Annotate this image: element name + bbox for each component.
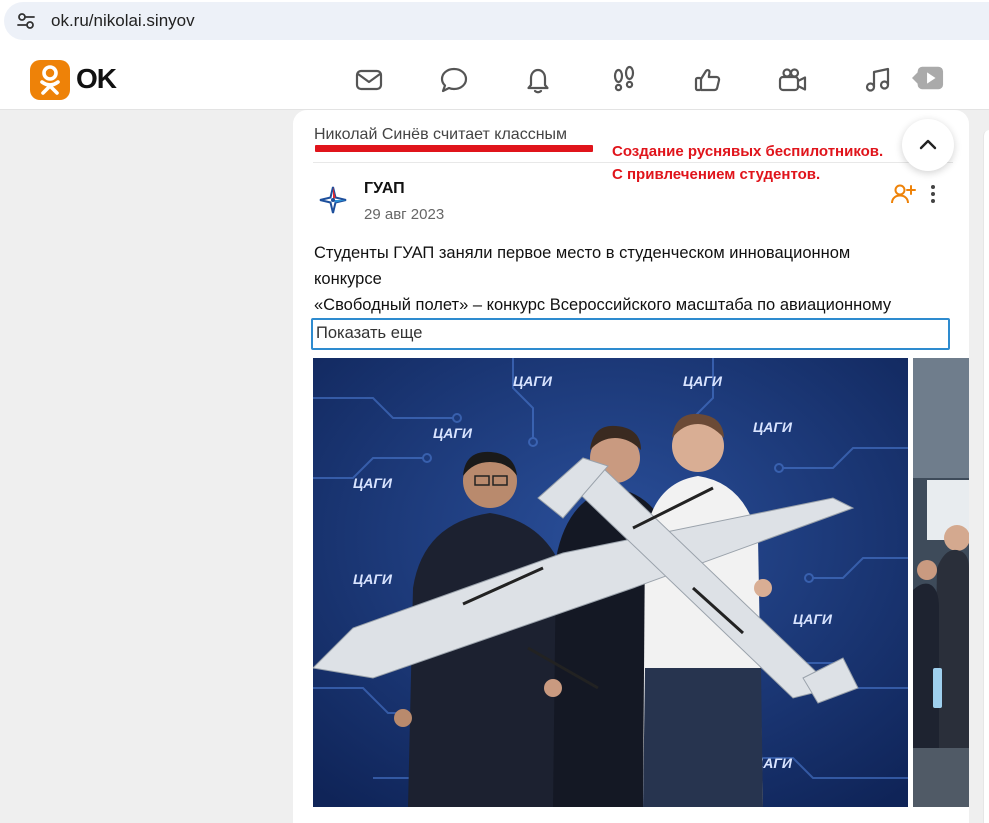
bell-icon[interactable] — [522, 64, 554, 96]
brand-name[interactable]: OK — [76, 63, 117, 95]
post-text-line: конкурсе — [314, 270, 382, 288]
chat-icon[interactable] — [438, 64, 470, 96]
ok-logo-icon[interactable] — [30, 60, 70, 100]
like-icon[interactable] — [692, 64, 724, 96]
backdrop-logo: ЦАГИ — [683, 373, 723, 389]
backdrop-logo: ЦАГИ — [513, 373, 553, 389]
site-header: OK — [0, 48, 989, 110]
post-text-line: Студенты ГУАП заняли первое место в студ… — [314, 244, 851, 262]
annotation-text: Создание руснявых беспилотников. С привл… — [612, 140, 883, 186]
backdrop-logo: ЦАГИ — [793, 611, 833, 627]
add-friend-icon[interactable] — [890, 182, 916, 206]
post-text-line: «Свободный полет» – конкурс Всероссийско… — [314, 296, 892, 314]
backdrop-logo: ЦАГИ — [433, 425, 473, 441]
post-text: Студенты ГУАП заняли первое место в студ… — [314, 240, 944, 318]
scroll-to-top-button[interactable] — [902, 119, 954, 171]
music-icon[interactable] — [862, 64, 894, 96]
url-text[interactable]: ok.ru/nikolai.sinyov — [51, 11, 195, 31]
post-photo-second[interactable] — [913, 358, 969, 807]
backdrop-logo: ЦАГИ — [353, 475, 393, 491]
show-more-link[interactable]: Показать еще — [311, 318, 950, 350]
video-icon[interactable] — [777, 64, 809, 96]
url-field[interactable]: ok.ru/nikolai.sinyov — [4, 2, 989, 40]
annotation-line-1: Создание руснявых беспилотников. — [612, 143, 884, 160]
browser-address-bar: ok.ru/nikolai.sinyov — [0, 0, 989, 48]
play-icon[interactable] — [912, 62, 946, 94]
post-photo-main[interactable]: ЦАГИ ЦАГИ ЦАГИ ЦАГИ ЦАГИ ЦАГИ ЦАГИ ЦАГИ — [313, 358, 908, 807]
annotation-underline — [315, 145, 593, 152]
annotation-line-2: С привлечением студентов. — [612, 166, 821, 183]
liked-by-text[interactable]: Николай Синёв считает классным — [314, 126, 567, 144]
footprints-icon[interactable] — [608, 64, 640, 96]
chevron-up-icon — [919, 139, 937, 150]
group-name[interactable]: ГУАП — [364, 180, 405, 198]
second-photo — [913, 358, 969, 807]
group-avatar[interactable] — [313, 180, 353, 220]
backdrop-logo: ЦАГИ — [353, 571, 393, 587]
right-column-edge — [983, 130, 989, 823]
mail-icon[interactable] — [353, 64, 385, 96]
guap-logo-icon — [319, 186, 347, 214]
site-settings-icon[interactable] — [16, 11, 36, 31]
backdrop-logo: ЦАГИ — [753, 419, 793, 435]
more-options-icon[interactable] — [924, 182, 942, 206]
drone-team-photo: ЦАГИ ЦАГИ ЦАГИ ЦАГИ ЦАГИ ЦАГИ ЦАГИ ЦАГИ — [313, 358, 908, 807]
post-date[interactable]: 29 авг 2023 — [364, 206, 444, 223]
